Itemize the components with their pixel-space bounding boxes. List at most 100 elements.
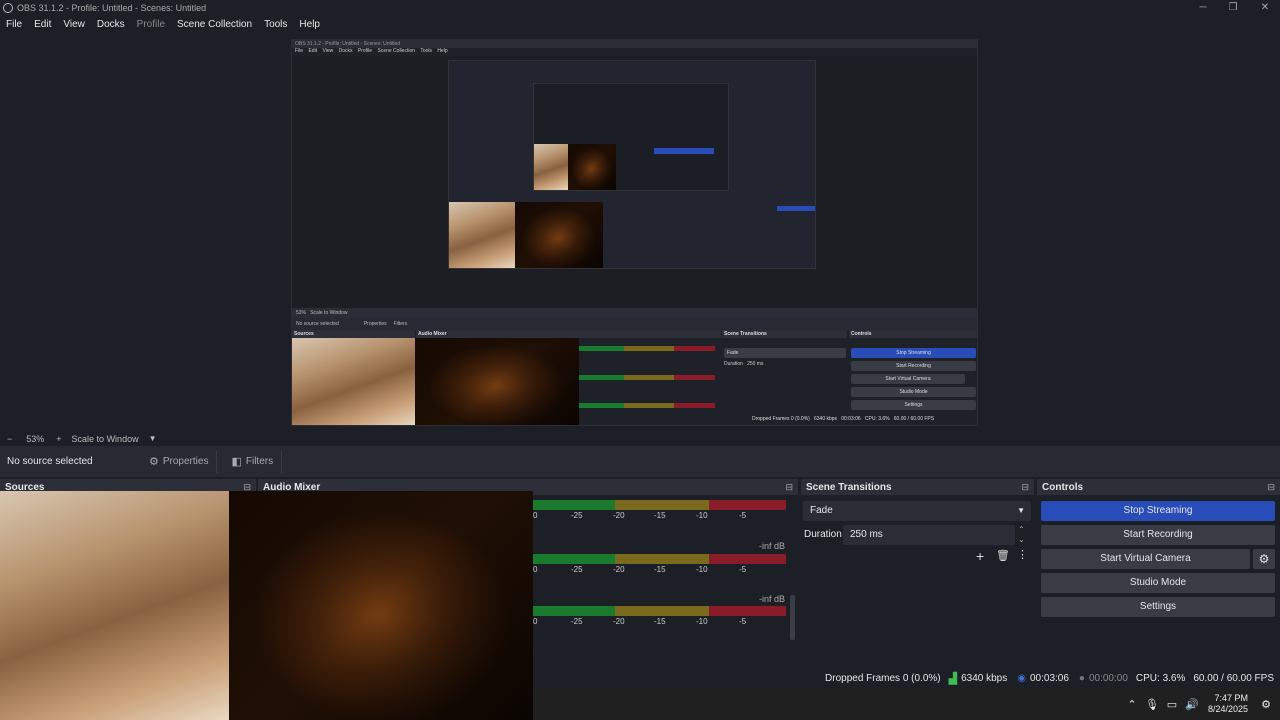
close-icon[interactable]: ✕ [1250, 0, 1280, 15]
mixer-channel-3: 0 -25 -20 -15 -10 -5 [533, 606, 786, 628]
nested-menu-docks: Docks [338, 48, 353, 54]
meter-ticks: 0 -25 -20 -15 -10 -5 [533, 565, 747, 574]
nested-start-recording: Start Recording [851, 361, 976, 371]
start-recording-button[interactable]: Start Recording [1041, 525, 1275, 545]
menu-file[interactable]: File [0, 19, 28, 30]
minimize-icon[interactable]: ─ [1188, 0, 1218, 15]
nested-zoombar: 53% Scale to Window [292, 308, 977, 318]
preview-area[interactable]: OBS 31.1.2 - Profile: Untitled - Scenes:… [0, 33, 1280, 431]
studio-mode-button[interactable]: Studio Mode [1041, 573, 1275, 593]
duration-stepper[interactable]: ⌃ ⌄ [1018, 525, 1025, 545]
meter-ticks: 0 -25 -20 -15 -10 -5 [533, 511, 747, 520]
trash-icon[interactable]: 🗑 [996, 549, 1010, 562]
sources-dock: Sources ⊟ [0, 479, 256, 720]
nested-transitions-hdr: Scene Transitions [722, 330, 847, 338]
dock-float-icon[interactable]: ⊟ [785, 482, 793, 493]
status-bar: Dropped Frames 0 (0.0%) ▟ 6340 kbps ◉ 00… [533, 668, 1280, 688]
title-bar: OBS 31.1.2 - Profile: Untitled - Scenes:… [0, 0, 1280, 15]
menu-bar: File Edit View Docks Profile Scene Colle… [0, 15, 1280, 33]
more-options-icon[interactable]: ⋮ [1017, 548, 1028, 561]
signal-icon: ▟ [948, 672, 958, 685]
obs-logo-icon [3, 2, 13, 13]
maximize-icon[interactable]: ❐ [1218, 0, 1248, 15]
virtual-camera-settings-button[interactable]: ⚙ [1253, 549, 1275, 569]
scene-transitions-title: Scene Transitions [806, 481, 892, 493]
nested-docks: 53% Scale to Window No source selected P… [292, 308, 977, 425]
nested-meter-1 [579, 346, 715, 351]
scale-dropdown-icon[interactable]: ▼ [149, 434, 157, 443]
nested-menu-edit: Edit [308, 48, 318, 54]
notification-icon[interactable]: ⚙ [1256, 698, 1276, 711]
gear-icon: ⚙ [1258, 552, 1270, 566]
clock[interactable]: 7:47 PM 8/24/2025 [1208, 693, 1248, 715]
volume-meter [533, 554, 786, 564]
menu-profile[interactable]: Profile [131, 19, 171, 30]
nested-preview [292, 56, 977, 308]
nested-inner-preview [448, 60, 816, 269]
record-icon: ● [1078, 672, 1085, 684]
zoom-out-button[interactable]: − [7, 434, 12, 444]
nested-duration: Duration 250 ms [724, 361, 764, 367]
filters-button[interactable]: ◧ Filters [223, 450, 283, 473]
chevron-up-icon[interactable]: ⌃ [1122, 698, 1142, 711]
no-source-label: No source selected [7, 456, 93, 467]
stream-time: 00:03:06 [1029, 672, 1069, 684]
nested-menu-scene: Scene Collection [377, 48, 416, 54]
channel-2-level: -inf dB [758, 541, 785, 551]
bitrate: 6340 kbps [961, 672, 1008, 684]
dropped-frames: Dropped Frames 0 (0.0%) [825, 672, 941, 684]
dock-float-icon[interactable]: ⊟ [1021, 482, 1029, 493]
stop-streaming-button[interactable]: Stop Streaming [1041, 501, 1275, 521]
add-transition-button[interactable]: + [976, 548, 984, 564]
properties-button[interactable]: ⚙ Properties [141, 450, 218, 473]
mixer-channel-1: 0 -25 -20 -15 -10 -5 [533, 500, 786, 522]
start-virtual-camera-button[interactable]: Start Virtual Camera [1041, 549, 1250, 569]
menu-edit[interactable]: Edit [28, 19, 57, 30]
properties-bar: No source selected ⚙ Properties ◧ Filter… [0, 446, 1280, 477]
nested-inner-preview-2 [533, 83, 729, 191]
taskbar: ⌃ 🎙 ▭ 🔊 7:47 PM 8/24/2025 ⚙ [533, 688, 1280, 720]
sources-camera-photo [0, 491, 229, 720]
mixer-channel-2: 0 -25 -20 -15 -10 -5 [533, 554, 786, 576]
cpu-usage: CPU: 3.6% [1135, 672, 1186, 684]
gear-icon: ⚙ [149, 456, 159, 468]
clock-date: 8/24/2025 [1207, 704, 1248, 714]
filters-label: Filters [245, 456, 274, 467]
nested-start-virtual-camera: Start Virtual Camera [851, 374, 965, 384]
zoom-in-button[interactable]: + [56, 434, 61, 444]
settings-button[interactable]: Settings [1041, 597, 1275, 617]
nested-menu-tools: Tools [420, 48, 433, 54]
mixer-scrollbar[interactable] [790, 595, 795, 640]
nested-menu-profile: Profile [357, 48, 373, 54]
nested-studio-mode: Studio Mode [851, 387, 976, 397]
properties-label: Properties [162, 456, 209, 467]
clock-time: 7:47 PM [1214, 693, 1248, 703]
controls-header: Controls ⊟ [1037, 479, 1280, 495]
nested-mixer-photo-2 [415, 338, 579, 425]
duration-label: Duration [804, 529, 842, 540]
menu-scene-collection[interactable]: Scene Collection [171, 19, 258, 30]
window-title: OBS 31.1.2 - Profile: Untitled - Scenes:… [17, 2, 207, 13]
nested-fade-select: Fade [724, 348, 846, 358]
nested-sources-hdr: Sources [292, 330, 415, 338]
menu-help[interactable]: Help [293, 19, 326, 30]
nested-settings: Settings [851, 400, 976, 410]
dock-float-icon[interactable]: ⊟ [1267, 482, 1275, 493]
duration-input[interactable]: 250 ms [843, 525, 1015, 545]
nested-meter-2 [579, 375, 715, 380]
speaker-icon[interactable]: 🔊 [1182, 698, 1202, 711]
channel-3-level: -inf dB [758, 594, 785, 604]
preview-canvas[interactable]: OBS 31.1.2 - Profile: Untitled - Scenes:… [291, 39, 978, 426]
nested-sources-photo-2 [292, 338, 415, 425]
nested-title: OBS 31.1.2 - Profile: Untitled - Scenes:… [292, 40, 977, 48]
menu-view[interactable]: View [57, 19, 91, 30]
microphone-icon[interactable]: 🎙 [1142, 698, 1162, 711]
nested-menu-help: Help [437, 48, 448, 54]
menu-tools[interactable]: Tools [258, 19, 293, 30]
nested-mixer-photo [515, 202, 603, 268]
nested-photo-2 [568, 144, 616, 190]
monitor-icon[interactable]: ▭ [1162, 698, 1182, 711]
transition-select[interactable]: Fade ▼ [803, 501, 1031, 521]
menu-docks[interactable]: Docks [91, 19, 131, 30]
scale-mode-select[interactable]: Scale to Window [72, 434, 139, 444]
